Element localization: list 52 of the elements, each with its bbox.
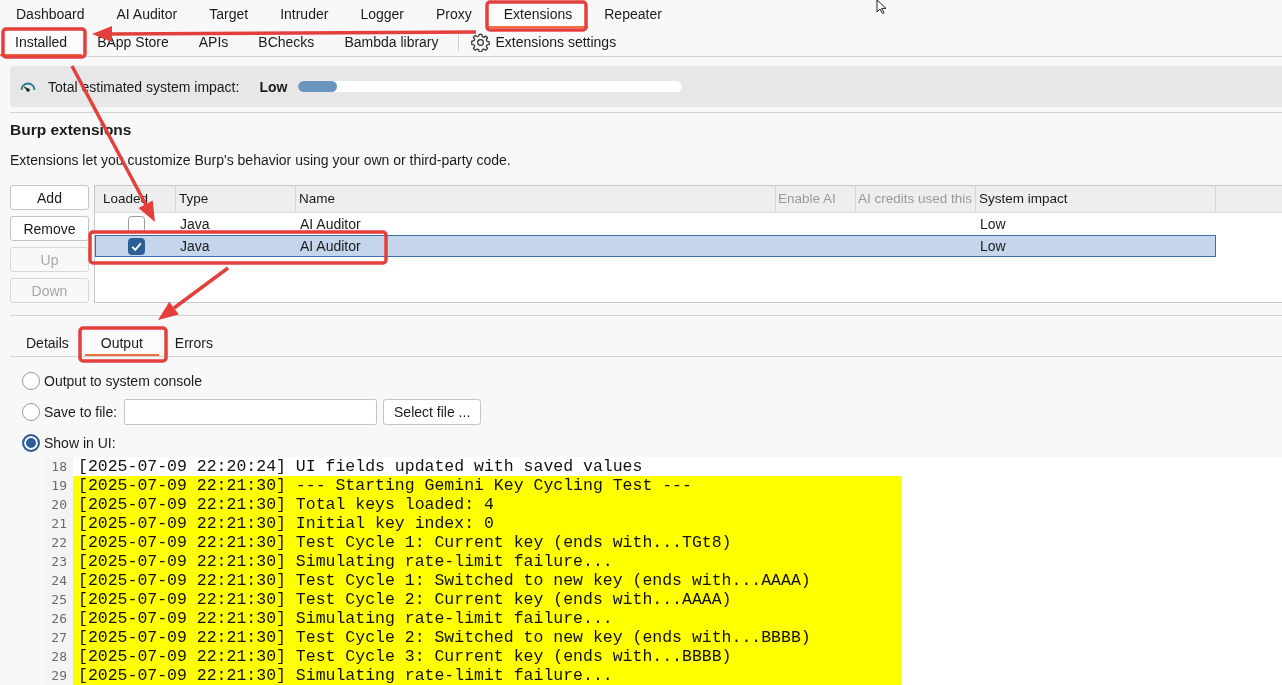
radio-label[interactable]: Show in UI: (44, 434, 116, 451)
line-number: 23 (45, 552, 73, 571)
line-number: 29 (45, 666, 73, 685)
sub-tab[interactable]: APIs (183, 28, 244, 56)
table-cell: Low (980, 238, 1006, 254)
annotation-arrow (158, 266, 230, 320)
select-file-button[interactable]: Select file ... (383, 398, 482, 425)
table-row[interactable]: Java AI Auditor Low (95, 213, 1216, 235)
column-header[interactable]: Type (176, 186, 296, 212)
gauge-icon (20, 80, 36, 93)
table-row[interactable]: Java AI Auditor Low (95, 235, 1216, 257)
log-line: [2025-07-09 22:20:24] UI fields updated with saved values (77, 457, 644, 476)
line-number: 25 (45, 590, 73, 609)
column-header[interactable]: System impact (976, 186, 1216, 212)
detail-tab[interactable]: Details (10, 329, 85, 356)
table-cell: Java (180, 216, 210, 232)
line-number: 19 (45, 476, 73, 495)
line-number: 24 (45, 571, 73, 590)
line-number: 21 (45, 514, 73, 533)
line-number: 27 (45, 628, 73, 647)
line-number: 20 (45, 495, 73, 514)
checkbox[interactable] (128, 237, 145, 255)
line-number: 22 (45, 533, 73, 552)
radio-button[interactable] (22, 402, 40, 421)
settings-icon (470, 32, 490, 52)
radio-button[interactable] (22, 371, 40, 390)
side-button[interactable]: Add (10, 185, 89, 210)
line-number: 18 (45, 457, 73, 476)
main-tab[interactable]: Target (193, 0, 265, 28)
radio-label[interactable]: Output to system console (44, 372, 202, 389)
main-tab[interactable]: AI Auditor (100, 0, 194, 28)
main-tab[interactable]: Logger (344, 0, 420, 28)
column-header[interactable]: Name (296, 186, 776, 212)
radio-label[interactable]: Save to file: (44, 403, 118, 420)
line-number: 28 (45, 647, 73, 666)
table-cell: Low (980, 216, 1006, 232)
main-tab[interactable]: Dashboard (0, 0, 101, 28)
file-path-field[interactable] (124, 398, 378, 425)
impact-value: Low (259, 78, 288, 95)
sub-tab[interactable]: BChecks (243, 28, 330, 56)
main-tab[interactable]: Proxy (419, 0, 488, 28)
main-tab[interactable]: Repeater (588, 0, 678, 28)
line-number: 26 (45, 609, 73, 628)
table-cell: Java (180, 238, 210, 254)
detail-tab[interactable]: Errors (158, 329, 229, 356)
radio-button[interactable] (22, 433, 40, 452)
sub-tab[interactable]: Bambda library (329, 28, 454, 56)
side-button[interactable]: Remove (10, 216, 89, 241)
main-tab[interactable]: Intruder (264, 0, 345, 28)
table-cell: AI Auditor (300, 216, 361, 232)
table-cell: AI Auditor (300, 238, 361, 254)
extensions-settings-button[interactable]: Extensions settings (458, 28, 629, 56)
